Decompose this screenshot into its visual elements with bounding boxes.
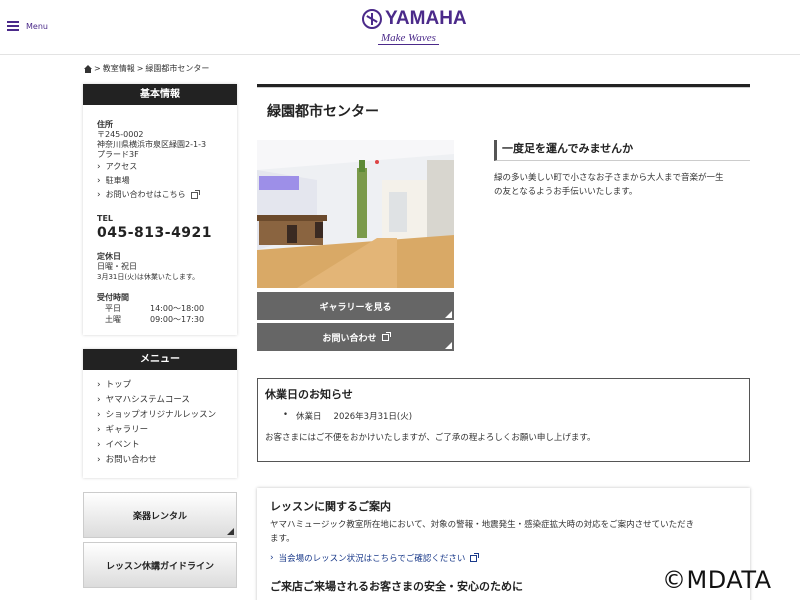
- breadcrumb-item-current: 緑園都市センター: [145, 64, 210, 73]
- external-window-icon: [190, 189, 200, 199]
- chevron-right-icon: ›: [97, 410, 101, 420]
- sidebar: 基本情報 住所 〒245-0002 神奈川県横浜市泉区緑園2-1-3 プラード3…: [83, 84, 237, 588]
- site-header: Menu YAMAHA Make Waves: [0, 0, 800, 55]
- contact-button[interactable]: お問い合わせ: [257, 323, 454, 351]
- basic-info-box: 基本情報 住所 〒245-0002 神奈川県横浜市泉区緑園2-1-3 プラード3…: [83, 84, 237, 335]
- postal-code: 〒245-0002: [97, 130, 144, 139]
- instrument-rental-button[interactable]: 楽器レンタル: [83, 492, 237, 538]
- basic-info-heading: 基本情報: [83, 84, 237, 105]
- breadcrumb-item-classroom-info[interactable]: 教室情報: [103, 63, 135, 74]
- corner-arrow-icon: [445, 311, 452, 318]
- classroom-photo: [257, 140, 454, 288]
- home-icon[interactable]: [84, 64, 92, 73]
- lesson-guideline-button[interactable]: レッスン休講ガイドライン: [83, 542, 237, 588]
- menu-item-top[interactable]: › トップ: [97, 378, 223, 393]
- external-window-icon: [470, 552, 480, 562]
- page-title: 緑園都市センター: [267, 104, 379, 120]
- closed-day-note: 3月31日(火)は休業いたします。: [97, 273, 200, 281]
- contact-link[interactable]: › お問い合わせはこちら: [97, 188, 223, 202]
- chevron-right-icon: ›: [97, 380, 101, 390]
- lesson-status-link[interactable]: › 当会場のレッスン状況はこちらでご確認ください: [270, 552, 737, 564]
- address-text: 神奈川県横浜市泉区緑園2-1-3: [97, 140, 207, 149]
- watermark: ©MDATA: [662, 566, 772, 594]
- chevron-right-icon: ›: [97, 440, 101, 450]
- notice-text: お客さまにはご不便をおかけいたしますが、ご了承の程よろしくお願い申し上げます。: [265, 433, 596, 443]
- hours-row-saturday: 土曜 09:00〜17:30: [105, 315, 205, 324]
- tel-number[interactable]: 045-813-4921: [97, 225, 223, 241]
- menu-item-contact[interactable]: › お問い合わせ: [97, 453, 223, 468]
- menu-label: Menu: [26, 21, 48, 31]
- menu-box: メニュー › トップ › ヤマハシステムコース › ショップオリジナルレッスン › ギャ…: [83, 349, 237, 478]
- closed-day-label: 定休日: [97, 252, 121, 261]
- chevron-right-icon: ›: [97, 425, 101, 435]
- main-content: 緑園都市センター ギャラリーを見る お問い合わせ 一度足を運んでみませんか 緑の…: [257, 84, 750, 593]
- tuning-fork-logo-icon: [362, 9, 382, 29]
- notice-item: • 休業日 2026年3月31日(火): [283, 410, 413, 422]
- menu-heading: メニュー: [83, 349, 237, 370]
- lesson-title: レッスンに関するご案内: [270, 500, 391, 513]
- chevron-right-icon: ›: [97, 162, 101, 172]
- address-label: 住所: [97, 120, 113, 129]
- classroom-photo-svg: [257, 140, 454, 288]
- hours-row-weekday: 平日 14:00〜18:00: [105, 304, 205, 313]
- closed-day-text: 日曜・祝日: [97, 262, 137, 271]
- intro-text: 緑の多い美しい町で小さなお子さまから大人まで音楽が一生 の友となるようお手伝いい…: [494, 173, 724, 197]
- access-link[interactable]: › アクセス: [97, 160, 223, 174]
- menu-item-system-course[interactable]: › ヤマハシステムコース: [97, 393, 223, 408]
- building-text: プラード3F: [97, 150, 139, 159]
- holiday-notice: 休業日のお知らせ • 休業日 2026年3月31日(火) お客さまにはご不便をお…: [257, 378, 750, 462]
- intro-section: 一度足を運んでみませんか 緑の多い美しい町で小さなお子さまから大人まで音楽が一生…: [494, 140, 750, 199]
- hours-label: 受付時間: [97, 293, 129, 302]
- title-divider: [257, 84, 750, 88]
- gallery-button[interactable]: ギャラリーを見る: [257, 292, 454, 320]
- yamaha-logo[interactable]: YAMAHA Make Waves: [362, 8, 472, 50]
- chevron-right-icon: ›: [97, 190, 101, 200]
- menu-item-original-lesson[interactable]: › ショップオリジナルレッスン: [97, 408, 223, 423]
- menu-item-event[interactable]: › イベント: [97, 438, 223, 453]
- menu-item-gallery[interactable]: › ギャラリー: [97, 423, 223, 438]
- corner-arrow-icon: [227, 528, 234, 535]
- chevron-right-icon: ›: [97, 395, 101, 405]
- chevron-right-icon: ›: [270, 553, 274, 563]
- chevron-right-icon: ›: [97, 176, 101, 186]
- logo-text: YAMAHA: [385, 8, 467, 29]
- parking-link[interactable]: › 駐車場: [97, 174, 223, 188]
- notice-title: 休業日のお知らせ: [265, 388, 353, 401]
- corner-arrow-icon: [445, 342, 452, 349]
- hamburger-icon: [7, 21, 19, 31]
- external-window-icon: [381, 331, 391, 341]
- breadcrumb: > 教室情報 > 緑園都市センター: [84, 63, 209, 74]
- tel-label: TEL: [97, 214, 114, 223]
- menu-button[interactable]: Menu: [7, 21, 48, 31]
- chevron-right-icon: ›: [97, 455, 101, 465]
- lesson-text: ヤマハミュージック教室所在地において、対象の警報・地震発生・感染症拡大時の対応を…: [270, 520, 695, 544]
- logo-tagline: Make Waves: [378, 32, 439, 45]
- intro-heading: 一度足を運んでみませんか: [494, 140, 750, 161]
